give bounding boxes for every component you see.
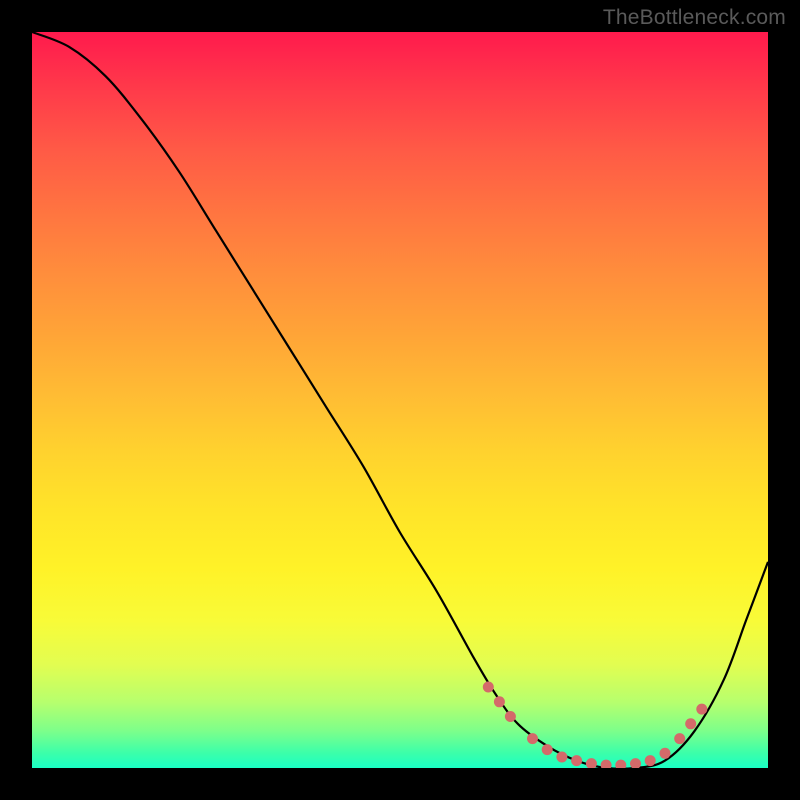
- chart-marker: [660, 748, 671, 759]
- chart-curve: [32, 32, 768, 768]
- chart-marker: [586, 758, 597, 768]
- chart-marker: [674, 733, 685, 744]
- chart-marker: [601, 760, 612, 768]
- chart-marker: [494, 696, 505, 707]
- chart-plot-area: [32, 32, 768, 768]
- chart-marker: [630, 758, 641, 768]
- chart-marker: [556, 752, 567, 763]
- chart-marker: [685, 718, 696, 729]
- chart-marker: [542, 744, 553, 755]
- watermark-text: TheBottleneck.com: [603, 6, 786, 30]
- chart-marker: [483, 682, 494, 693]
- chart-marker: [615, 760, 626, 768]
- chart-marker: [527, 733, 538, 744]
- chart-marker: [571, 755, 582, 766]
- chart-marker: [645, 755, 656, 766]
- chart-marker: [696, 704, 707, 715]
- chart-marker: [505, 711, 516, 722]
- chart-svg: [32, 32, 768, 768]
